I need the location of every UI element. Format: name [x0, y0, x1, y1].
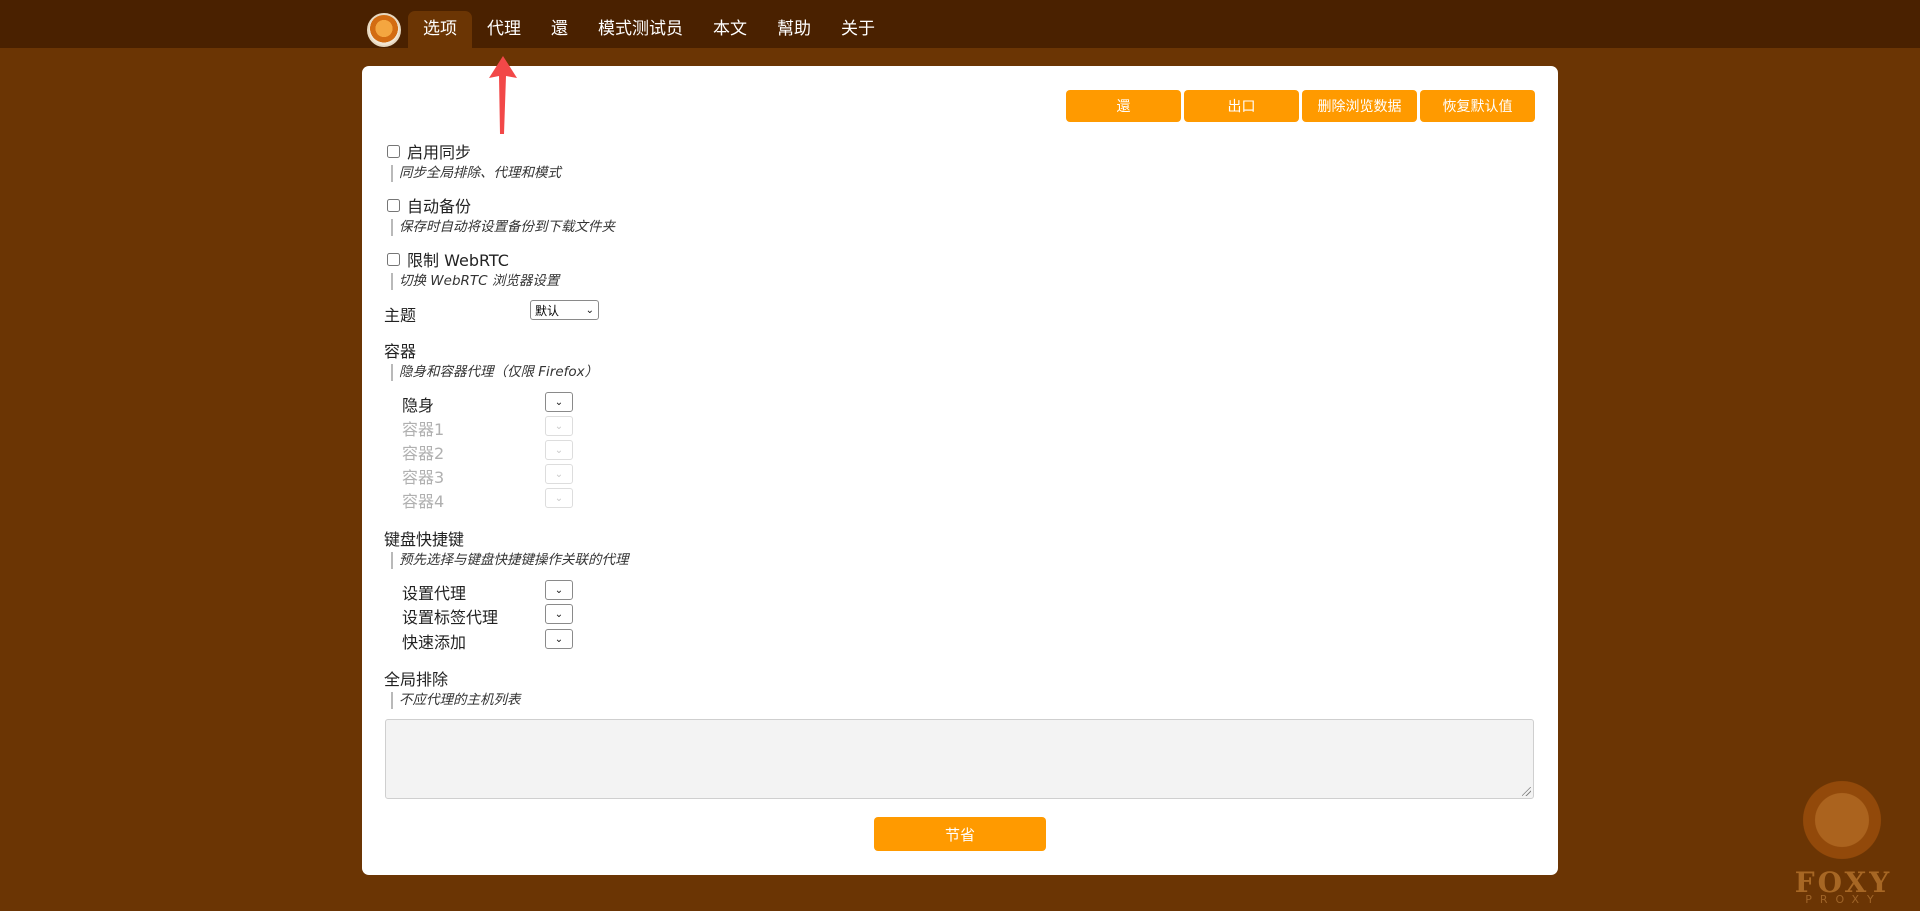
- shortcut-set-tab-proxy-label: 设置标签代理: [402, 608, 499, 627]
- containers-label: 容器: [384, 342, 417, 361]
- sync-checkbox[interactable]: [387, 144, 400, 158]
- global-exclude-section: 全局排除 不应代理的主机列表: [384, 666, 521, 709]
- tab-log[interactable]: 本文: [698, 11, 762, 48]
- shortcut-quick-add-select[interactable]: ⌄: [545, 629, 573, 649]
- shortcuts-section: 键盘快捷键 预先选择与键盘快捷键操作关联的代理: [384, 526, 629, 569]
- container-1-label: 容器1: [402, 420, 445, 439]
- backup-checkbox[interactable]: [387, 198, 400, 212]
- container-1-select[interactable]: ⌄: [545, 416, 573, 436]
- chevron-down-icon: ⌄: [554, 633, 564, 645]
- shortcuts-label: 键盘快捷键: [384, 530, 465, 549]
- webrtc-option: 限制 WebRTC 切换 WebRTC 浏览器设置: [384, 247, 559, 290]
- action-buttons: 還 出口 删除浏览数据 恢复默认值: [1066, 90, 1535, 122]
- container-2-label: 容器2: [402, 444, 445, 463]
- container-2-select[interactable]: ⌄: [545, 440, 573, 460]
- options-panel: 還 出口 删除浏览数据 恢复默认值 启用同步 同步全局排除、代理和模式 自动备份…: [362, 66, 1558, 875]
- chevron-down-icon: ⌄: [554, 468, 564, 480]
- sync-description: 同步全局排除、代理和模式: [391, 165, 561, 182]
- tab-proxies[interactable]: 代理: [472, 11, 536, 48]
- shortcut-quick-add-label: 快速添加: [402, 633, 467, 652]
- fox-logo-icon: [1792, 776, 1892, 864]
- backup-description: 保存时自动将设置备份到下载文件夹: [391, 219, 615, 236]
- backup-option: 自动备份 保存时自动将设置备份到下载文件夹: [384, 193, 615, 236]
- restore-button[interactable]: 還: [1066, 90, 1181, 122]
- global-exclude-label: 全局排除: [384, 670, 449, 689]
- sync-row: 启用同步: [384, 139, 561, 163]
- tab-about[interactable]: 关于: [826, 11, 890, 48]
- theme-select-value: 默认: [535, 303, 560, 318]
- incognito-proxy-select[interactable]: ⌄: [545, 392, 573, 412]
- chevron-down-icon: ⌄: [585, 304, 594, 316]
- theme-label: 主题: [384, 306, 417, 325]
- sync-label: 启用同步: [407, 143, 472, 162]
- tab-pattern-tester[interactable]: 模式测试员: [583, 11, 698, 48]
- container-row-incognito-label: 隐身: [402, 396, 435, 415]
- containers-description: 隐身和容器代理（仅限 Firefox）: [391, 364, 598, 381]
- resize-handle-icon[interactable]: [1522, 787, 1531, 796]
- annotation-arrow-icon: [489, 56, 517, 134]
- tab-import[interactable]: 還: [536, 11, 583, 48]
- shortcut-set-proxy-label: 设置代理: [402, 584, 467, 603]
- chevron-down-icon: ⌄: [554, 444, 564, 456]
- delete-browsing-data-button[interactable]: 删除浏览数据: [1302, 90, 1417, 122]
- global-exclude-description: 不应代理的主机列表: [391, 692, 521, 709]
- webrtc-label: 限制 WebRTC: [407, 251, 509, 270]
- save-button[interactable]: 节省: [874, 817, 1046, 851]
- webrtc-description: 切换 WebRTC 浏览器设置: [391, 273, 559, 290]
- foxyproxy-logo-icon: [367, 13, 401, 47]
- chevron-down-icon: ⌄: [554, 420, 564, 432]
- tab-options[interactable]: 选项: [408, 11, 472, 48]
- backup-row: 自动备份: [384, 193, 615, 217]
- chevron-down-icon: ⌄: [554, 492, 564, 504]
- webrtc-row: 限制 WebRTC: [384, 247, 559, 271]
- shortcut-set-tab-proxy-select[interactable]: ⌄: [545, 604, 573, 624]
- theme-select[interactable]: 默认 ⌄: [530, 300, 599, 320]
- sync-option: 启用同步 同步全局排除、代理和模式: [384, 139, 561, 182]
- global-exclude-textarea[interactable]: [385, 719, 1534, 799]
- top-navigation-bar: 选项 代理 還 模式测试员 本文 幫助 关于: [0, 0, 1920, 48]
- container-3-label: 容器3: [402, 468, 445, 487]
- backup-label: 自动备份: [407, 197, 472, 216]
- reset-defaults-button[interactable]: 恢复默认值: [1420, 90, 1535, 122]
- shortcut-set-proxy-select[interactable]: ⌄: [545, 580, 573, 600]
- foxyproxy-watermark: FOXY PROXY: [1786, 776, 1901, 906]
- tab-help[interactable]: 幫助: [762, 11, 826, 48]
- chevron-down-icon: ⌄: [554, 584, 564, 596]
- nav-tabs: 选项 代理 還 模式测试员 本文 幫助 关于: [408, 11, 890, 48]
- webrtc-checkbox[interactable]: [387, 252, 400, 266]
- chevron-down-icon: ⌄: [554, 396, 564, 408]
- export-button[interactable]: 出口: [1184, 90, 1299, 122]
- containers-section: 容器 隐身和容器代理（仅限 Firefox）: [384, 338, 598, 381]
- chevron-down-icon: ⌄: [554, 608, 564, 620]
- container-3-select[interactable]: ⌄: [545, 464, 573, 484]
- shortcuts-description: 预先选择与键盘快捷键操作关联的代理: [391, 552, 629, 569]
- container-4-label: 容器4: [402, 492, 445, 511]
- container-4-select[interactable]: ⌄: [545, 488, 573, 508]
